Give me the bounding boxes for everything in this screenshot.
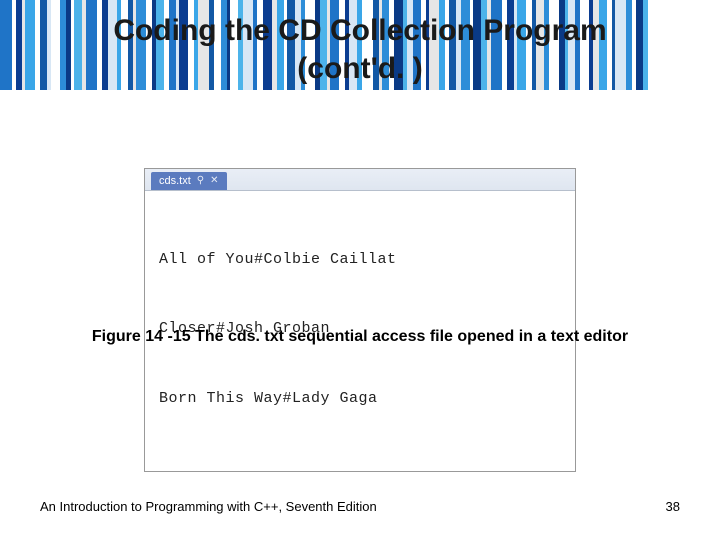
close-icon[interactable]: ✕ [210, 175, 218, 186]
page-number: 38 [666, 499, 680, 514]
pin-icon[interactable]: ⚲ [197, 175, 204, 186]
footer-book-title: An Introduction to Programming with C++,… [40, 499, 377, 514]
editor-tab-bar: cds.txt ⚲ ✕ [145, 169, 575, 191]
title-line-2: (cont'd. ) [297, 52, 422, 85]
figure-container: cds.txt ⚲ ✕ All of You#Colbie Caillat Cl… [144, 168, 576, 472]
editor-line: Born This Way#Lady Gaga [159, 387, 561, 410]
slide-title: Coding the CD Collection Program (cont'd… [0, 0, 720, 87]
figure-caption: Figure 14 -15 The cds. txt sequential ac… [0, 328, 720, 346]
title-line-1: Coding the CD Collection Program [113, 14, 606, 47]
editor-line: All of You#Colbie Caillat [159, 248, 561, 271]
editor-tab-label: cds.txt [159, 175, 191, 187]
editor-tab-cds-txt[interactable]: cds.txt ⚲ ✕ [151, 172, 227, 190]
text-editor-window: cds.txt ⚲ ✕ All of You#Colbie Caillat Cl… [144, 168, 576, 472]
